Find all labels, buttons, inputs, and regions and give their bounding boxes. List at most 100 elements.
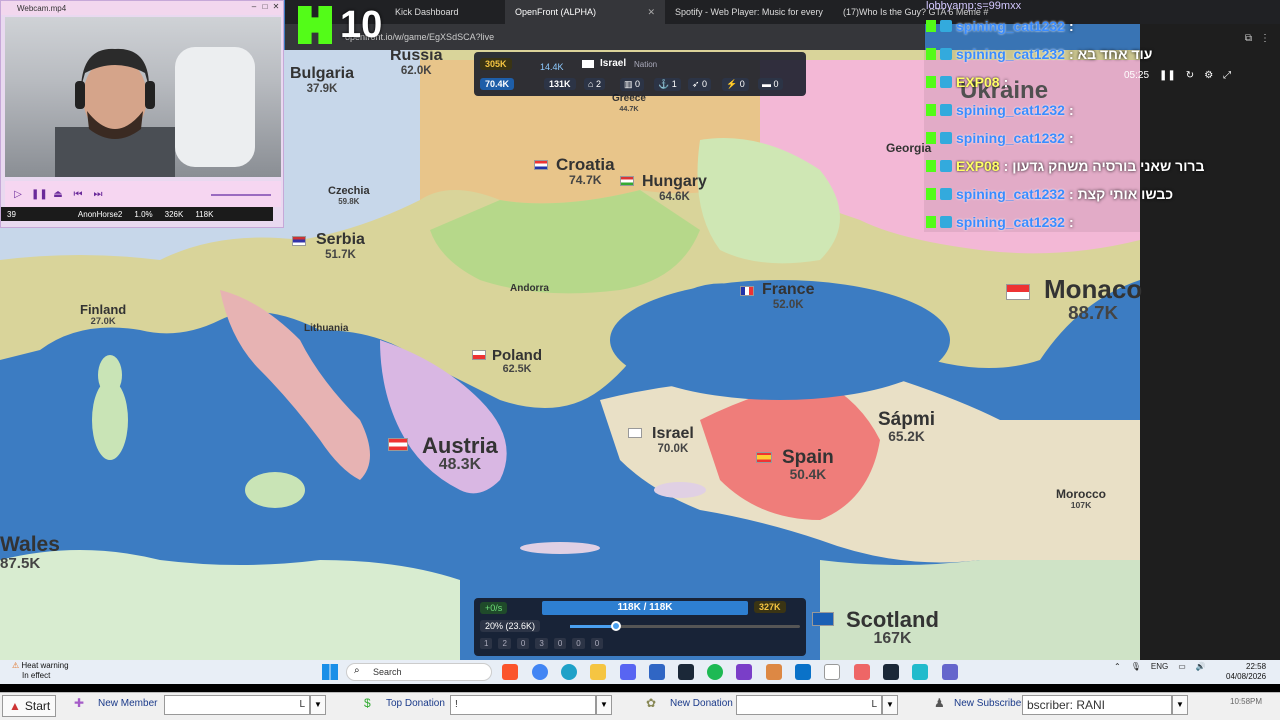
kick-counter: 10 bbox=[340, 4, 383, 46]
start-button[interactable]: ▲ Start bbox=[2, 695, 56, 717]
volume-icon[interactable]: 🔊 bbox=[1196, 662, 1206, 671]
network-icon[interactable]: ▭ bbox=[1178, 662, 1186, 671]
build-slot[interactable]: 0 bbox=[553, 638, 567, 649]
browser-toolbar: ⧉ ⋮ bbox=[1140, 28, 1280, 48]
population-rate: +0/s bbox=[480, 602, 508, 614]
discord-icon[interactable] bbox=[620, 664, 636, 680]
pause-icon[interactable]: ❚❚ bbox=[1159, 70, 1176, 81]
fullscreen-icon[interactable]: ⤢ bbox=[1223, 70, 1231, 81]
build-slot[interactable]: 3 bbox=[535, 638, 548, 649]
chat-message: EXP08: bbox=[926, 70, 1012, 94]
browser-tab-spotify[interactable]: Spotify - Web Player: Music for every bbox=[665, 0, 833, 24]
chair-image bbox=[175, 47, 255, 167]
chat-message: spining_cat1232: כבשו אותי קצת bbox=[926, 182, 1173, 206]
minimize-icon[interactable]: – bbox=[249, 2, 259, 13]
taskbar-clock[interactable]: 22:58 04/08/2026 bbox=[1226, 662, 1266, 682]
folder-icon[interactable] bbox=[590, 664, 606, 680]
close-icon[interactable]: ✕ bbox=[647, 7, 655, 18]
close-icon[interactable]: ✕ bbox=[271, 2, 281, 13]
eject-icon[interactable]: ⏏ bbox=[51, 189, 65, 200]
build-slot[interactable]: 0 bbox=[516, 638, 530, 649]
dropdown-icon[interactable]: ▼ bbox=[596, 695, 612, 715]
top-donation-field[interactable]: ! bbox=[450, 695, 596, 715]
pause-icon[interactable]: ❚❚ bbox=[31, 189, 48, 200]
browser-tab-openfront[interactable]: OpenFront (ALPHA) ✕ bbox=[505, 0, 665, 24]
system-tray: ⌃ 🎙 ENG ▭ 🔊 bbox=[1114, 662, 1206, 671]
replay-icon[interactable]: ↻ bbox=[1186, 70, 1194, 81]
factory-count: ▥ 0 bbox=[620, 78, 645, 91]
app-icon[interactable] bbox=[942, 664, 958, 680]
warning-icon: ⚠ bbox=[12, 661, 20, 670]
spotify-icon[interactable] bbox=[707, 664, 723, 680]
new-donation-field[interactable]: L bbox=[736, 695, 882, 715]
next-icon[interactable]: ⏭ bbox=[91, 189, 105, 200]
flag-scotland-icon bbox=[812, 612, 834, 626]
settings-icon[interactable]: ⚙ bbox=[1204, 70, 1213, 81]
dropdown-icon[interactable]: ▼ bbox=[310, 695, 326, 715]
store-icon[interactable] bbox=[649, 664, 665, 680]
brave-icon[interactable] bbox=[502, 664, 518, 680]
prev-icon[interactable]: ⏮ bbox=[71, 189, 85, 200]
flag-monaco-icon bbox=[1006, 284, 1030, 300]
app-icon[interactable] bbox=[736, 664, 752, 680]
build-slot[interactable]: 0 bbox=[590, 638, 604, 649]
edge-icon[interactable] bbox=[561, 664, 577, 680]
volume-slider[interactable] bbox=[211, 192, 271, 196]
new-subscriber-field[interactable]: bscriber: RANI bbox=[1022, 695, 1172, 715]
nation-type: Nation bbox=[634, 60, 658, 69]
build-slot[interactable]: 0 bbox=[572, 638, 585, 649]
flag-israel-icon bbox=[582, 60, 594, 68]
attack-ratio-handle[interactable] bbox=[611, 621, 621, 631]
country-label-spain: Spain 50.4K bbox=[782, 447, 834, 482]
country-label-france: France 52.0K bbox=[762, 281, 815, 311]
vscode-icon[interactable] bbox=[795, 664, 811, 680]
play-icon[interactable]: ▷ bbox=[11, 189, 25, 200]
webcam-window: Webcam.mp4 – □ ✕ ▷ ❚❚ ⏏ ⏮ ⏭ 39 AnonHorse… bbox=[0, 0, 284, 228]
build-slot[interactable]: 2 bbox=[498, 638, 511, 649]
new-member-field[interactable]: L bbox=[164, 695, 310, 715]
nation-name: Israel bbox=[600, 58, 627, 69]
windows-start-icon[interactable] bbox=[322, 664, 338, 680]
app-icon[interactable] bbox=[912, 664, 928, 680]
top-donation-label: Top Donation bbox=[386, 698, 445, 709]
chat-message: spining_cat1232: עוד אחד בא bbox=[926, 42, 1152, 66]
country-label-bulgaria: Bulgaria 37.9K bbox=[290, 65, 355, 95]
chat-message: spining_cat1232: bbox=[926, 210, 1078, 234]
dropdown-icon[interactable]: ▼ bbox=[1172, 695, 1188, 715]
chat-message: spining_cat1232: bbox=[926, 14, 1078, 38]
chevron-up-icon[interactable]: ⌃ bbox=[1114, 662, 1121, 671]
flag-israel-icon bbox=[628, 428, 642, 438]
menu-icon[interactable]: ⋮ bbox=[1260, 33, 1270, 44]
city-count: ⌂ 2 bbox=[584, 78, 605, 90]
app-icon[interactable] bbox=[854, 664, 870, 680]
maximize-icon[interactable]: □ bbox=[260, 2, 270, 13]
taskbar-search[interactable]: Search bbox=[346, 663, 492, 681]
control-panel: +0/s 118K / 118K 327K 20% (23.6K) 1 2 0 … bbox=[474, 598, 806, 656]
build-slot[interactable]: 1 bbox=[480, 638, 493, 649]
chrome-icon[interactable] bbox=[532, 664, 548, 680]
kick-badge-icon bbox=[926, 160, 936, 172]
file-icon[interactable] bbox=[824, 664, 840, 680]
country-label-serbia: Serbia 51.7K bbox=[316, 231, 365, 261]
member-icon: ✚ bbox=[74, 696, 85, 710]
language-indicator[interactable]: ENG bbox=[1151, 662, 1168, 671]
steam-icon[interactable] bbox=[678, 664, 694, 680]
attack-ratio-label: 20% (23.6K) bbox=[480, 620, 541, 632]
attack-ratio-slider[interactable] bbox=[570, 621, 800, 631]
player-info-panel: 305K 14.4K Israel Nation 70.4K 131K ⌂ 2 … bbox=[474, 52, 806, 96]
video-controls: 05:25 ❚❚ ↻ ⚙ ⤢ bbox=[1124, 66, 1264, 84]
search-icon: ⌕ bbox=[354, 665, 360, 676]
country-label-czechia: Czechia 59.8K bbox=[328, 185, 370, 206]
donation-icon: ✿ bbox=[646, 696, 657, 710]
steam-icon[interactable] bbox=[883, 664, 899, 680]
weather-widget[interactable]: ⚠ Heat warning In effect bbox=[12, 661, 69, 681]
app-icon[interactable] bbox=[766, 664, 782, 680]
kick-badge-icon bbox=[926, 216, 936, 228]
dropdown-icon[interactable]: ▼ bbox=[882, 695, 898, 715]
flag-france-icon bbox=[740, 286, 754, 296]
extensions-icon[interactable]: ⧉ bbox=[1245, 33, 1252, 44]
country-label-poland: Poland 62.5K bbox=[492, 347, 543, 375]
gold-amount: 327K bbox=[754, 601, 786, 613]
sub-badge-icon bbox=[940, 160, 952, 172]
mic-icon[interactable]: 🎙 bbox=[1131, 662, 1141, 671]
